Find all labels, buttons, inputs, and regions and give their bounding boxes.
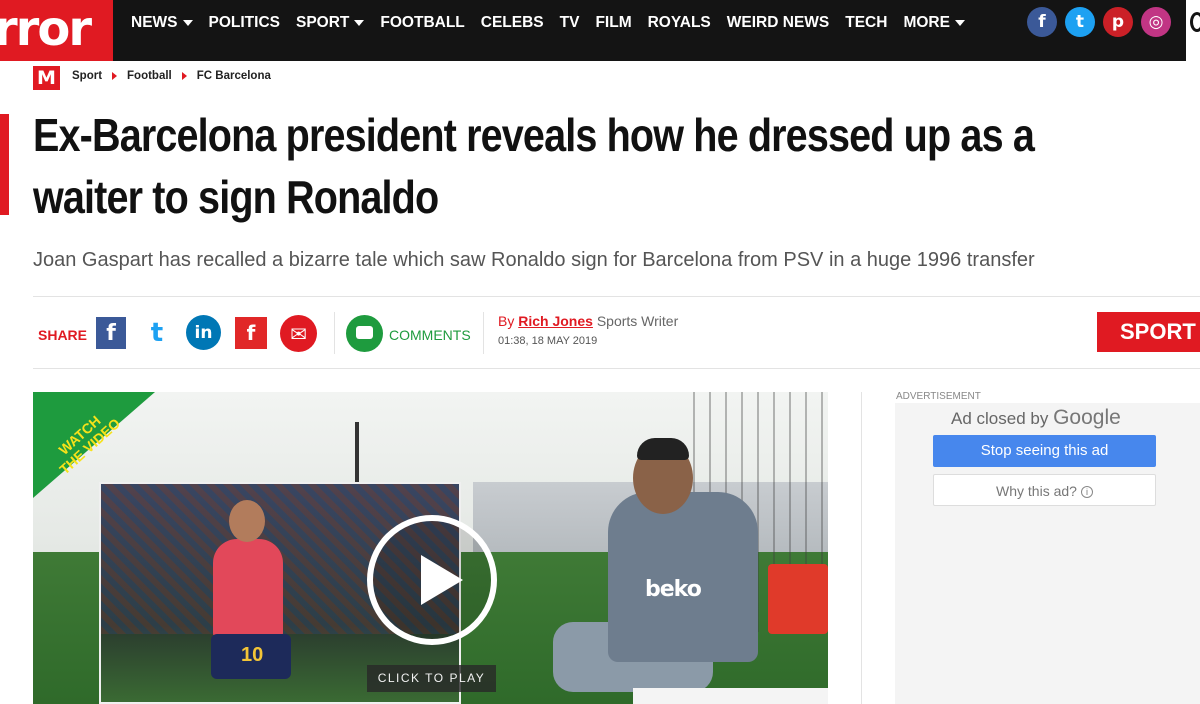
article-headline: Ex-Barcelona president reveals how he dr…: [33, 109, 1035, 223]
breadcrumb: Sport Football FC Barcelona: [72, 70, 271, 82]
chevron-down-icon: [182, 20, 193, 26]
nav-item-politics[interactable]: POLITICS: [209, 14, 280, 32]
google-logo: Google: [1053, 406, 1121, 429]
nav-item-sport[interactable]: SPORT: [296, 14, 365, 32]
search-icon[interactable]: [1186, 0, 1200, 61]
chevron-down-icon: [354, 20, 365, 26]
inset-player-figure: [213, 539, 283, 639]
byline: By Rich Jones Sports Writer: [498, 313, 678, 329]
breadcrumb-item-sport[interactable]: Sport: [72, 70, 102, 82]
flipboard-share-icon[interactable]: f: [235, 317, 267, 349]
mirror-m-logo[interactable]: M: [33, 66, 60, 90]
nav-item-football[interactable]: FOOTBALL: [380, 14, 464, 32]
divider: [33, 296, 1200, 297]
publish-date: 01:38, 18 MAY 2019: [498, 335, 598, 347]
nav-item-tech[interactable]: TECH: [845, 14, 887, 32]
video-cooler: [768, 564, 828, 634]
shirt-sponsor-text: beko: [645, 577, 702, 602]
click-to-play-label[interactable]: CLICK TO PLAY: [367, 665, 496, 692]
main-nav: NEWS POLITICS SPORT FOOTBALL CELEBS TV F…: [131, 0, 981, 46]
divider: [483, 312, 484, 354]
play-icon: [421, 555, 463, 605]
share-label: SHARE: [38, 327, 88, 343]
author-role: Sports Writer: [596, 313, 679, 329]
chevron-right-icon: [181, 72, 187, 80]
breadcrumb-item-football[interactable]: Football: [127, 70, 172, 82]
comments-link[interactable]: COMMENTS: [389, 327, 471, 343]
inset-player-head: [229, 500, 265, 542]
byline-prefix: By: [498, 313, 515, 329]
chevron-right-icon: [112, 72, 118, 80]
facebook-icon[interactable]: f: [1027, 7, 1057, 37]
linkedin-share-icon[interactable]: in: [186, 315, 221, 350]
shirt-number: 10: [241, 644, 264, 666]
divider: [334, 312, 335, 354]
nav-item-tv[interactable]: TV: [560, 14, 580, 32]
section-tag-sport[interactable]: SPORT: [1097, 312, 1200, 352]
twitter-icon[interactable]: t: [1065, 7, 1095, 37]
instagram-icon[interactable]: ◎: [1141, 7, 1171, 37]
video-towel: [633, 688, 828, 704]
ad-closed-message: Ad closed by Google: [951, 406, 1121, 429]
headline-accent-bar: [0, 114, 9, 215]
twitter-share-icon[interactable]: t: [141, 317, 173, 349]
facebook-share-icon[interactable]: f: [96, 317, 126, 349]
article-standfirst: Joan Gaspart has recalled a bizarre tale…: [33, 249, 1035, 271]
logo-text: rror: [0, 1, 92, 57]
nav-item-weird-news[interactable]: WEIRD NEWS: [727, 14, 829, 32]
nav-item-more[interactable]: MORE: [903, 14, 965, 32]
nav-item-royals[interactable]: ROYALS: [648, 14, 711, 32]
nav-item-film[interactable]: FILM: [595, 14, 631, 32]
divider: [33, 368, 1200, 369]
video-player[interactable]: beko 10 WATCH THE VIDEO CLICK TO PLAY: [33, 392, 828, 704]
mirror-logo[interactable]: rror: [0, 0, 113, 61]
stop-seeing-ad-button[interactable]: Stop seeing this ad: [933, 435, 1156, 467]
top-nav-bar: rror NEWS POLITICS SPORT FOOTBALL CELEBS…: [0, 0, 1200, 61]
nav-item-celebs[interactable]: CELEBS: [481, 14, 544, 32]
play-button[interactable]: [367, 515, 497, 645]
chevron-down-icon: [954, 20, 965, 26]
pinterest-icon[interactable]: p: [1103, 7, 1133, 37]
video-player-hair: [637, 438, 689, 460]
divider: [861, 392, 862, 704]
nav-item-news[interactable]: NEWS: [131, 14, 193, 32]
why-this-ad-button[interactable]: Why this ad? i: [933, 474, 1156, 506]
breadcrumb-item-fc-barcelona[interactable]: FC Barcelona: [197, 70, 271, 82]
info-icon: i: [1080, 486, 1093, 498]
comments-icon[interactable]: [346, 315, 383, 352]
email-share-icon[interactable]: ✉: [280, 315, 317, 352]
advertisement-label: ADVERTISEMENT: [896, 391, 981, 402]
author-link[interactable]: Rich Jones: [518, 313, 593, 329]
